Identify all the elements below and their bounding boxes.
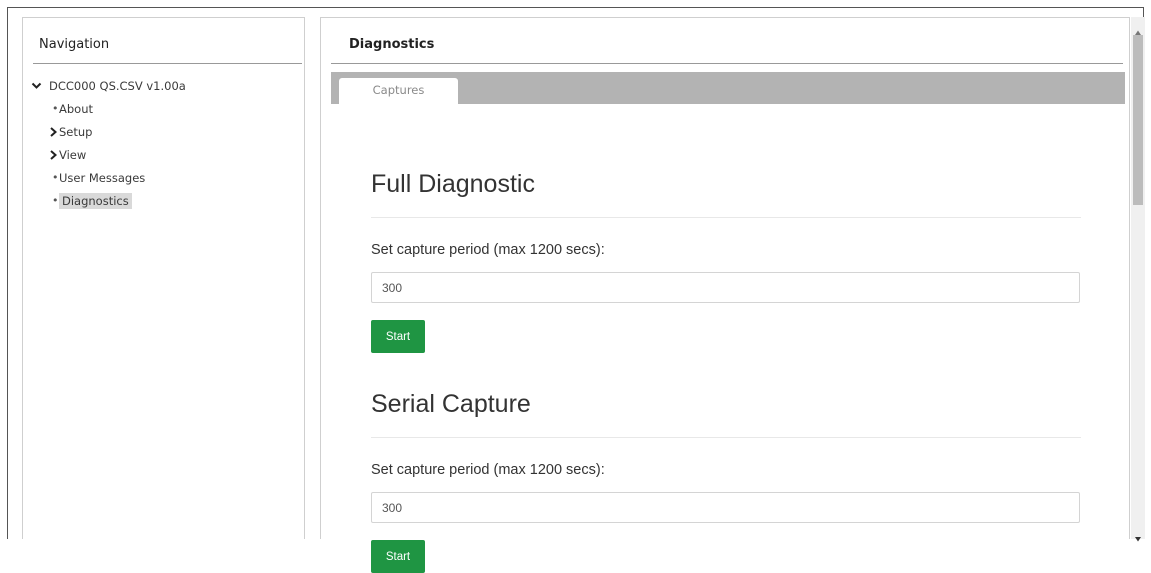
capture-period-input[interactable]	[371, 492, 1080, 523]
navigation-title: Navigation	[39, 37, 110, 52]
serial-capture-section: Serial Capture Set capture period (max 1…	[371, 390, 1081, 573]
capture-period-input[interactable]	[371, 272, 1080, 303]
section-divider	[371, 217, 1081, 218]
scroll-up-arrow-icon[interactable]	[1134, 22, 1142, 35]
capture-period-label: Set capture period (max 1200 secs):	[371, 242, 605, 258]
full-diagnostic-section: Full Diagnostic Set capture period (max …	[371, 170, 1081, 353]
section-title: Full Diagnostic	[371, 170, 535, 198]
tree-item-diagnostics[interactable]: • Diagnostics	[31, 193, 186, 216]
chevron-down-icon[interactable]	[31, 78, 43, 94]
tree-item-view[interactable]: View	[31, 147, 186, 170]
tab-captures[interactable]: Captures	[338, 77, 459, 104]
tab-bar: Captures	[331, 72, 1125, 104]
tree-item-label[interactable]: Setup	[59, 125, 92, 139]
tree-item-label[interactable]: About	[59, 102, 93, 116]
bullet-icon: •	[52, 194, 59, 207]
bullet-icon: •	[52, 102, 59, 115]
page-title: Diagnostics	[349, 37, 435, 52]
tree-item-setup[interactable]: Setup	[31, 124, 186, 147]
tree-item-label[interactable]: User Messages	[59, 171, 145, 185]
start-button[interactable]: Start	[371, 540, 425, 573]
tree-item-label[interactable]: View	[59, 148, 86, 162]
bullet-icon: •	[52, 171, 59, 184]
tree-item-user-messages[interactable]: • User Messages	[31, 170, 186, 193]
scroll-down-arrow-icon[interactable]	[1134, 528, 1142, 542]
tree-root-label[interactable]: DCC000 QS.CSV v1.00a	[49, 79, 186, 93]
tree-item-label[interactable]: Diagnostics	[59, 193, 132, 209]
scrollbar-thumb[interactable]	[1133, 35, 1143, 205]
tree-root-item[interactable]: DCC000 QS.CSV v1.00a	[31, 78, 186, 101]
title-divider	[331, 63, 1123, 64]
vertical-scrollbar[interactable]	[1131, 17, 1145, 542]
chevron-right-icon[interactable]	[49, 147, 59, 163]
capture-period-label: Set capture period (max 1200 secs):	[371, 462, 605, 478]
tab-content: Full Diagnostic Set capture period (max …	[371, 104, 1081, 573]
navigation-tree: DCC000 QS.CSV v1.00a • About Setup View …	[31, 78, 186, 216]
tree-item-about[interactable]: • About	[31, 101, 186, 124]
navigation-divider	[33, 63, 302, 64]
navigation-panel: Navigation DCC000 QS.CSV v1.00a • About …	[22, 17, 305, 539]
diagnostics-panel: Diagnostics Captures Full Diagnostic Set…	[320, 17, 1130, 573]
section-divider	[371, 437, 1081, 438]
start-button[interactable]: Start	[371, 320, 425, 353]
section-title: Serial Capture	[371, 390, 531, 418]
chevron-right-icon[interactable]	[49, 124, 59, 140]
